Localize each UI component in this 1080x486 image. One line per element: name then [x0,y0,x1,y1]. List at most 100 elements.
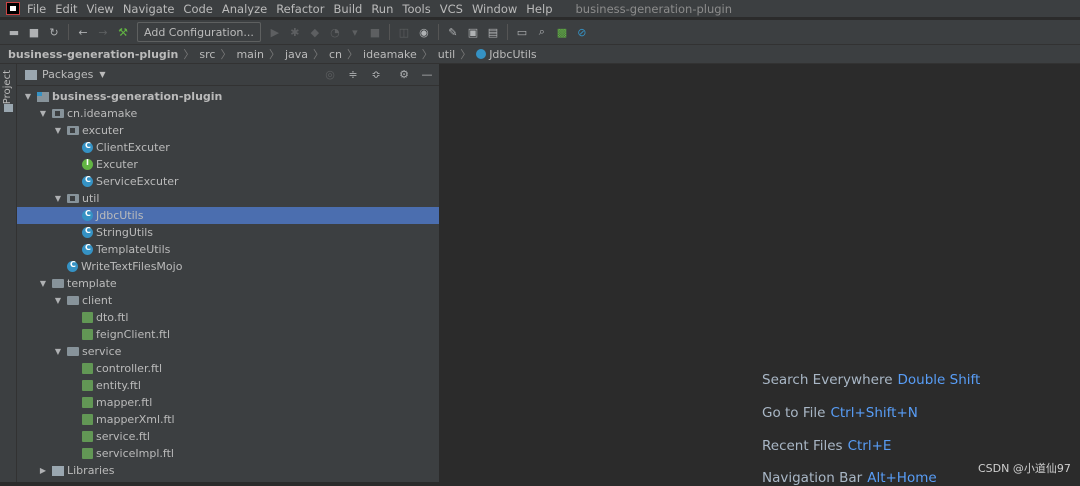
tree-item[interactable]: mapper.ftl [17,394,439,411]
breadcrumb-ideamake[interactable]: ideamake [363,48,417,61]
breadcrumb-util[interactable]: util [438,48,455,61]
tree-item-label: dto.ftl [96,311,129,324]
locate-file-icon[interactable]: ◎ [324,68,336,81]
breadcrumb-jdbcutils[interactable]: JdbcUtils [489,48,536,61]
build-hammer-icon[interactable]: ⚒ [117,26,129,39]
debug-icon[interactable]: ✱ [289,26,301,39]
menu-view[interactable]: View [87,2,114,16]
panel-tools: ◎ ≑ ≎ ⚙ — [313,68,433,81]
tree-item[interactable]: TemplateUtils [17,241,439,258]
breadcrumb-java[interactable]: java [285,48,308,61]
power-save-icon[interactable]: ⊘ [576,26,588,39]
chevron-down-icon[interactable]: ▼ [38,109,48,118]
tree-item[interactable]: StringUtils [17,224,439,241]
tree-item[interactable]: feignClient.ftl [17,326,439,343]
tree-item[interactable]: ServiceExcuter [17,173,439,190]
tree-item[interactable]: ▼ util [17,190,439,207]
chevron-down-icon[interactable]: ▼ [53,126,63,135]
hint-shortcut[interactable]: Ctrl+Shift+N [830,405,917,421]
breadcrumb-chevron-icon: 〉 [183,48,195,61]
hide-panel-icon[interactable]: — [421,68,433,81]
chevron-down-icon[interactable]: ▼ [53,347,63,356]
menu-help[interactable]: Help [526,2,552,16]
tree-item[interactable]: ▼ service [17,343,439,360]
activity-monitor-icon[interactable]: ▩ [556,26,568,39]
vcs-update-icon[interactable]: ◉ [418,26,430,39]
chevron-down-icon[interactable]: ▼ [23,92,33,101]
tree-item[interactable]: ▼ template [17,275,439,292]
forward-arrow-icon[interactable]: → [97,26,109,39]
tree-item[interactable]: WriteTextFilesMojo [17,258,439,275]
sdk-folder-icon[interactable]: ▤ [487,26,499,39]
menu-vcs[interactable]: VCS [440,2,463,16]
sync-icon[interactable]: ↻ [48,26,60,39]
menu-file[interactable]: File [27,2,46,16]
menu-refactor[interactable]: Refactor [276,2,324,16]
chevron-down-icon[interactable]: ▼ [53,296,63,305]
stop-icon[interactable]: ■ [369,26,381,39]
coverage-icon[interactable]: ◆ [309,26,321,39]
gear-icon[interactable]: ⚙ [398,68,410,81]
tree-item[interactable]: Excuter [17,156,439,173]
toolbar-separator [68,24,69,40]
tree-item[interactable]: ClientExcuter [17,139,439,156]
hint-shortcut[interactable]: Ctrl+E [848,438,892,454]
dropdown-icon[interactable]: ▼ [99,70,105,79]
chevron-down-icon[interactable]: ▼ [38,279,48,288]
tree-item[interactable]: ▼ business-generation-plugin [17,88,439,105]
terminal-icon[interactable]: ▭ [516,26,528,39]
menu-edit[interactable]: Edit [55,2,77,16]
hint-search-everywhere: Search Everywhere Double Shift [762,372,980,388]
back-arrow-icon[interactable]: ← [77,26,89,39]
tree-item[interactable]: mapperXml.ftl [17,411,439,428]
breadcrumb-cn[interactable]: cn [329,48,342,61]
tree-item[interactable]: entity.ftl [17,377,439,394]
menu-run[interactable]: Run [371,2,393,16]
add-configuration-button[interactable]: Add Configuration... [137,22,261,42]
hint-shortcut[interactable]: Alt+Home [867,470,936,486]
breadcrumb-src[interactable]: src [199,48,215,61]
menu-analyze[interactable]: Analyze [222,2,267,16]
tool-window-strip: Project [0,64,17,482]
search-icon[interactable]: ⌕ [536,25,548,38]
profile-icon[interactable]: ◔ [329,26,341,39]
breadcrumb-main[interactable]: main [236,48,263,61]
tree-item[interactable]: ▼ excuter [17,122,439,139]
tree-item-label: feignClient.ftl [96,328,171,341]
open-folder-icon[interactable]: ▬ [8,26,20,39]
menu-window[interactable]: Window [472,2,517,16]
hint-shortcut[interactable]: Double Shift [898,372,981,388]
view-selector[interactable]: Packages [42,68,93,81]
chevron-right-icon[interactable]: ▶ [38,466,48,475]
expand-all-icon[interactable]: ≑ [347,68,359,81]
menu-build[interactable]: Build [333,2,362,16]
tree-item[interactable]: serviceImpl.ftl [17,445,439,462]
dropdown-icon[interactable]: ▾ [349,26,361,39]
tree-item-label: entity.ftl [96,379,141,392]
tree-item[interactable]: ▼ cn.ideamake [17,105,439,122]
hint-text: Navigation Bar [762,470,863,486]
menu-navigate[interactable]: Navigate [123,2,175,16]
breadcrumb: business-generation-plugin 〉 src 〉 main … [0,44,1080,64]
collapse-all-icon[interactable]: ≎ [370,68,382,81]
settings-wrench-icon[interactable]: ✎ [447,26,459,39]
menu-tools[interactable]: Tools [402,2,430,16]
tree-item-label: WriteTextFilesMojo [81,260,183,273]
tree-item[interactable]: dto.ftl [17,309,439,326]
breadcrumb-chevron-icon: 〉 [268,48,280,61]
project-structure-icon[interactable]: ▣ [467,26,479,39]
tree-item[interactable]: ▼ client [17,292,439,309]
breadcrumb-project[interactable]: business-generation-plugin [8,48,178,61]
chevron-down-icon[interactable]: ▼ [53,194,63,203]
save-all-icon[interactable]: ■ [28,26,40,39]
project-tool-window-tab[interactable]: Project [2,70,13,104]
menu-code[interactable]: Code [183,2,212,16]
attach-debugger-icon[interactable]: ◫ [398,26,410,39]
folder-icon[interactable] [4,104,13,112]
run-icon[interactable]: ▶ [269,26,281,39]
tree-item[interactable]: service.ftl [17,428,439,445]
tree-item[interactable]: ▶ Libraries [17,462,439,479]
tree-item[interactable]: JdbcUtils [17,207,439,224]
tree-item-label: Excuter [96,158,138,171]
tree-item[interactable]: controller.ftl [17,360,439,377]
